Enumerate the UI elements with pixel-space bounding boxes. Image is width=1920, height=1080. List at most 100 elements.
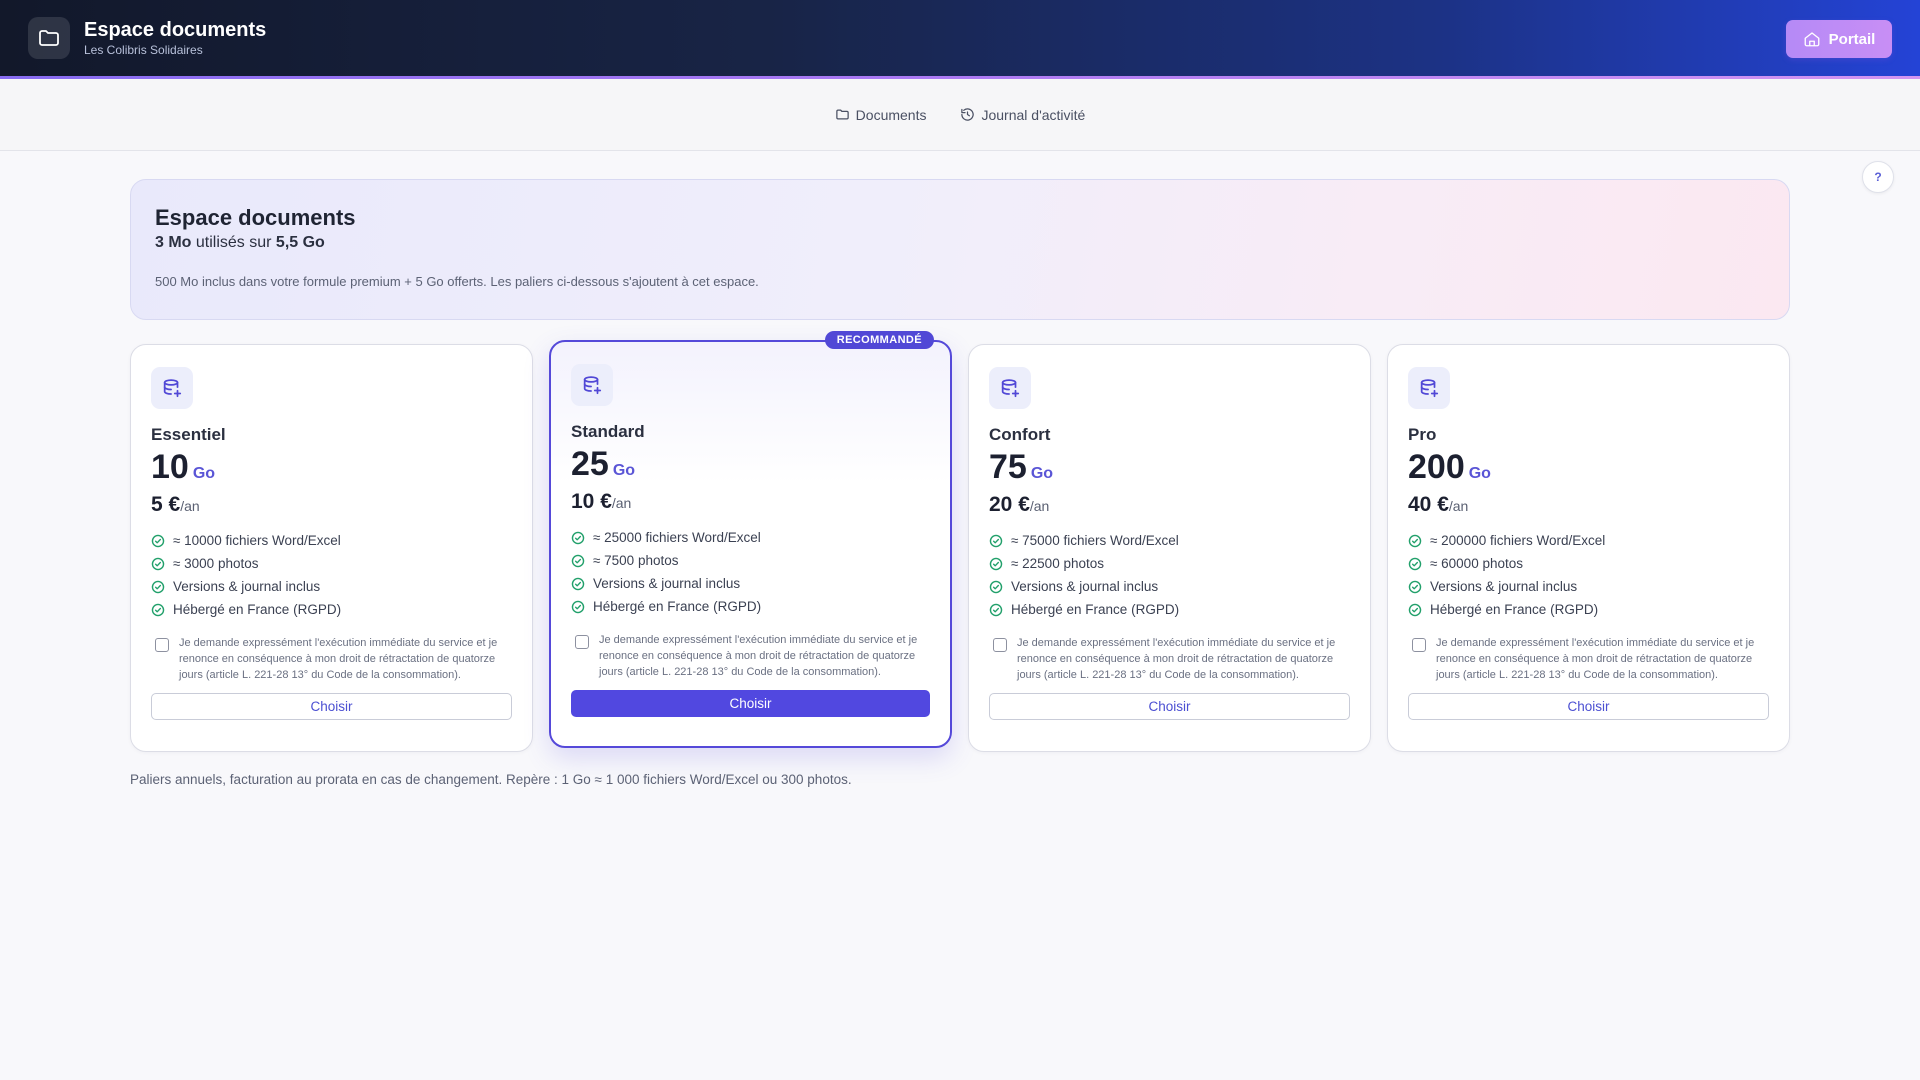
check-circle-icon	[571, 531, 585, 544]
tier-size-unit: Go	[1030, 465, 1054, 482]
check-circle-icon	[571, 577, 585, 590]
tier-feature-text: ≈ 22500 photos	[1011, 556, 1104, 571]
choose-tier-button[interactable]: Choisir	[989, 693, 1350, 720]
tier-size-unit: Go	[192, 465, 216, 482]
tier-price: 10 €/an	[571, 489, 930, 516]
storage-used: 3 Mo	[155, 234, 192, 251]
tier-size: 25 Go	[571, 446, 930, 489]
tier-price-period: /an	[1029, 498, 1050, 514]
tier-price-value: 40 €	[1408, 493, 1449, 516]
tier-feature: Versions & journal inclus	[151, 575, 512, 598]
tier-feature-text: Hébergé en France (RGPD)	[173, 602, 342, 617]
tier-feature-text: Hébergé en France (RGPD)	[593, 599, 762, 614]
database-plus-icon	[151, 367, 193, 409]
consent-checkbox[interactable]	[155, 638, 169, 652]
tier-size: 10 Go	[151, 449, 512, 492]
recommended-badge: RECOMMANDÉ	[824, 331, 934, 349]
check-circle-icon	[151, 534, 165, 547]
check-circle-icon	[151, 603, 165, 616]
app-header: Espace documents Les Colibris Solidaires…	[0, 0, 1920, 79]
consent-checkbox[interactable]	[575, 635, 589, 649]
check-circle-icon	[151, 580, 165, 593]
folder-icon	[28, 17, 70, 59]
tier-feature: ≈ 200000 fichiers Word/Excel	[1408, 529, 1769, 552]
check-circle-icon	[989, 557, 1003, 570]
nav-item-documents[interactable]: Documents	[835, 106, 927, 123]
folder-icon	[835, 109, 849, 120]
storage-summary-banner: Espace documents 3 Mo utilisés sur 5,5 G…	[130, 179, 1790, 320]
tier-feature: Hébergé en France (RGPD)	[571, 595, 930, 618]
tier-card-standard: RECOMMANDÉ Standard 25 Go 10 €/an ≈ 25000 fic…	[549, 331, 952, 748]
tier-feature-text: ≈ 10000 fichiers Word/Excel	[173, 533, 341, 548]
tier-feature-list: ≈ 200000 fichiers Word/Excel ≈ 60000 phot…	[1408, 529, 1769, 621]
consent-text: Je demande expressément l'exécution immé…	[1017, 637, 1336, 681]
check-circle-icon	[151, 557, 165, 570]
nav-item-activity-log[interactable]: Journal d'activité	[960, 107, 1085, 123]
sub-navigation: Documents Journal d'activité	[0, 79, 1920, 151]
consent-checkbox[interactable]	[993, 638, 1007, 652]
tier-size-value: 200	[1408, 448, 1465, 486]
check-circle-icon	[989, 603, 1003, 616]
tier-feature-text: ≈ 75000 fichiers Word/Excel	[1011, 533, 1179, 548]
choose-tier-button[interactable]: Choisir	[1408, 693, 1769, 720]
check-circle-icon	[989, 580, 1003, 593]
storage-total: 5,5 Go	[275, 234, 325, 251]
tier-price-period: /an	[180, 498, 200, 514]
choose-tier-button[interactable]: Choisir	[151, 693, 512, 720]
tier-price-period: /an	[611, 495, 632, 511]
tier-feature-text: Versions & journal inclus	[173, 579, 321, 594]
tier-size-unit: Go	[612, 462, 636, 479]
tier-feature: ≈ 7500 photos	[571, 549, 930, 572]
consent-text: Je demande expressément l'exécution immé…	[1436, 637, 1755, 681]
tier-price: 5 €/an	[151, 492, 512, 519]
tier-size-unit: Go	[1468, 465, 1491, 482]
tier-feature-list: ≈ 25000 fichiers Word/Excel ≈ 7500 photos…	[571, 526, 930, 618]
tier-feature: Versions & journal inclus	[571, 572, 930, 595]
check-circle-icon	[1408, 580, 1422, 593]
tier-size-value: 25	[571, 445, 609, 483]
tier-price-value: 20 €	[989, 493, 1030, 516]
tier-name: Pro	[1408, 425, 1437, 444]
check-circle-icon	[1408, 534, 1422, 547]
tier-size-value: 75	[989, 448, 1027, 486]
portal-button-label: Portail	[1828, 30, 1876, 48]
check-circle-icon	[571, 554, 585, 567]
tier-name: Essentiel	[151, 425, 226, 444]
consent-text: Je demande expressément l'exécution immé…	[599, 634, 918, 678]
withdrawal-consent: Je demande expressément l'exécution immé…	[989, 635, 1350, 683]
nav-item-label: Documents	[855, 106, 927, 123]
tier-price: 20 €/an	[989, 492, 1350, 519]
tier-feature-text: ≈ 7500 photos	[593, 553, 679, 568]
tier-size-value: 10	[151, 448, 189, 486]
tier-feature-text: Hébergé en France (RGPD)	[1430, 602, 1599, 617]
consent-checkbox[interactable]	[1412, 638, 1426, 652]
storage-tier-list: Essentiel 10 Go 5 €/an ≈ 10000 fichiers Word…	[130, 331, 1790, 754]
tier-feature: Versions & journal inclus	[1408, 575, 1769, 598]
tier-card-confort: Confort 75 Go 20 €/an ≈ 75000 fichiers Word/…	[968, 344, 1371, 752]
tier-name: Confort	[989, 425, 1051, 444]
withdrawal-consent: Je demande expressément l'exécution immé…	[571, 632, 930, 680]
tier-feature-text: Versions & journal inclus	[1011, 579, 1159, 594]
tier-feature-text: Versions & journal inclus	[593, 576, 741, 591]
banner-title: Espace documents	[155, 205, 356, 230]
choose-tier-button[interactable]: Choisir	[571, 690, 930, 717]
tier-feature-list: ≈ 75000 fichiers Word/Excel ≈ 22500 photo…	[989, 529, 1350, 621]
nav-item-label: Journal d'activité	[981, 106, 1086, 123]
tier-feature-text: Versions & journal inclus	[1430, 579, 1578, 594]
tier-feature: ≈ 25000 fichiers Word/Excel	[571, 526, 930, 549]
tier-size: 200 Go	[1408, 449, 1769, 492]
tier-price-value: 5 €	[151, 493, 181, 516]
app-titles: Espace documents Les Colibris Solidaires	[84, 18, 266, 58]
tier-feature: Hébergé en France (RGPD)	[989, 598, 1350, 621]
database-plus-icon	[1408, 367, 1450, 409]
tier-feature: Hébergé en France (RGPD)	[151, 598, 512, 621]
tier-feature-list: ≈ 10000 fichiers Word/Excel ≈ 3000 photos…	[151, 529, 512, 621]
withdrawal-consent: Je demande expressément l'exécution immé…	[151, 635, 512, 683]
help-button[interactable]: ?	[1862, 161, 1894, 193]
tier-feature-text: ≈ 25000 fichiers Word/Excel	[593, 530, 761, 545]
tier-feature-text: ≈ 3000 photos	[173, 556, 259, 571]
home-icon	[1804, 32, 1820, 47]
pricing-footnote: Paliers annuels, facturation au prorata …	[130, 772, 852, 787]
portal-button[interactable]: Portail	[1786, 20, 1892, 58]
check-circle-icon	[1408, 603, 1422, 616]
